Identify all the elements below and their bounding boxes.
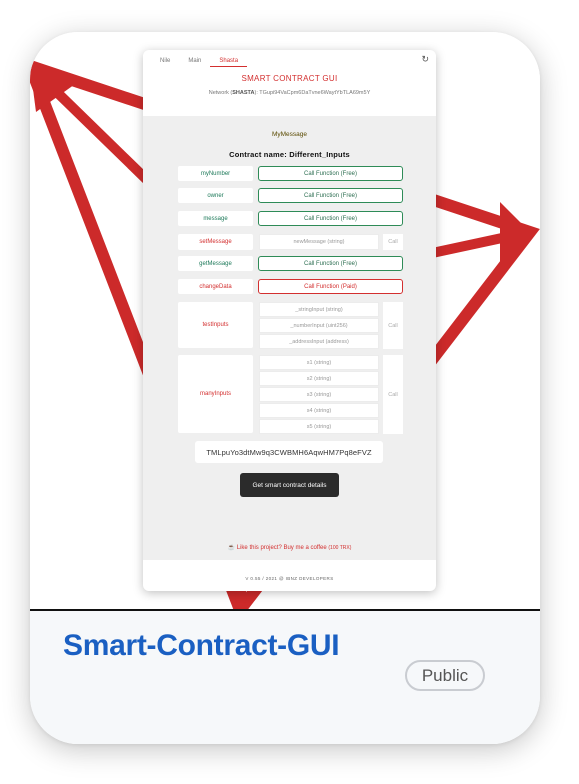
contract-panel: MyMessage Contract name: Different_Input… bbox=[143, 116, 436, 560]
function-name-changedata: changeData bbox=[178, 279, 253, 294]
newmessage-input[interactable]: newMessage (string) bbox=[259, 234, 379, 250]
network-address: ): TGupi94VaCpm6DaTvne6WaytYbTLA69m5Y bbox=[254, 90, 371, 96]
s5-input[interactable]: s5 (string) bbox=[259, 419, 379, 434]
smart-contract-gui-app: Nile Main Shasta ↻ SMART CONTRACT GUI Ne… bbox=[143, 50, 436, 591]
function-name-mynumber: myNumber bbox=[178, 166, 253, 181]
coffee-text: Like this project? Buy me a coffee bbox=[236, 545, 327, 551]
string-input[interactable]: _stringInput (string) bbox=[259, 302, 379, 317]
call-mynumber-button[interactable]: Call Function (Free) bbox=[258, 166, 403, 181]
call-setmessage-button[interactable]: Call bbox=[383, 234, 403, 250]
function-name-setmessage: setMessage bbox=[178, 234, 253, 250]
call-getmessage-button[interactable]: Call Function (Free) bbox=[258, 256, 403, 271]
call-changedata-button[interactable]: Call Function (Paid) bbox=[258, 279, 403, 294]
contract-name-label: Contract name: bbox=[229, 150, 287, 159]
number-input[interactable]: _numberInput (uint256) bbox=[259, 318, 379, 333]
contract-name-value: Different_Inputs bbox=[289, 150, 350, 159]
network-name: SHASTA bbox=[232, 90, 255, 96]
function-name-manyinputs: manyInputs bbox=[178, 355, 253, 433]
coffee-link[interactable]: ☕ Like this project? Buy me a coffee (10… bbox=[143, 544, 436, 551]
visibility-badge: Public bbox=[405, 660, 485, 691]
call-manyinputs-button[interactable]: Call bbox=[383, 355, 403, 434]
app-title: SMART CONTRACT GUI bbox=[241, 74, 338, 83]
s4-input[interactable]: s4 (string) bbox=[259, 403, 379, 418]
app-footer: V 0.55 / 2021 @ IBNZ DEVELOPERS bbox=[245, 576, 334, 581]
coffee-icon: ☕ bbox=[227, 545, 236, 551]
s3-input[interactable]: s3 (string) bbox=[259, 387, 379, 402]
preview-image: Nile Main Shasta ↻ SMART CONTRACT GUI Ne… bbox=[30, 32, 540, 610]
call-owner-button[interactable]: Call Function (Free) bbox=[258, 188, 403, 203]
call-testinputs-button[interactable]: Call bbox=[383, 302, 403, 349]
get-details-button[interactable]: Get smart contract details bbox=[240, 473, 339, 497]
call-message-button[interactable]: Call Function (Free) bbox=[258, 211, 403, 226]
function-name-getmessage: getMessage bbox=[178, 256, 253, 271]
address-input[interactable]: _addressInput (address) bbox=[259, 334, 379, 349]
function-name-testinputs: testInputs bbox=[178, 302, 253, 348]
tab-shasta[interactable]: Shasta bbox=[210, 56, 248, 67]
function-name-owner: owner bbox=[178, 188, 253, 203]
contract-address-input[interactable]: TMLpuYo3dtMw9q3CWBMH6AqwHM7Pq8eFVZ bbox=[195, 441, 383, 463]
network-info: Network (SHASTA): TGupi94VaCpm6DaTvne6Wa… bbox=[143, 90, 436, 96]
refresh-icon[interactable]: ↻ bbox=[421, 54, 429, 65]
contract-name: Contract name: Different_Inputs bbox=[143, 150, 436, 159]
network-tabs: Nile Main Shasta bbox=[151, 56, 248, 67]
coffee-amount: (100 TRX) bbox=[328, 545, 352, 551]
s1-input[interactable]: s1 (string) bbox=[259, 355, 379, 370]
s2-input[interactable]: s2 (string) bbox=[259, 371, 379, 386]
repo-name-link[interactable]: Smart-Contract-GUI bbox=[63, 629, 340, 663]
tab-nile[interactable]: Nile bbox=[151, 56, 179, 66]
network-prefix: Network ( bbox=[208, 90, 233, 96]
function-name-message: message bbox=[178, 211, 253, 226]
contract-message: MyMessage bbox=[271, 131, 308, 138]
tab-main[interactable]: Main bbox=[179, 56, 210, 66]
